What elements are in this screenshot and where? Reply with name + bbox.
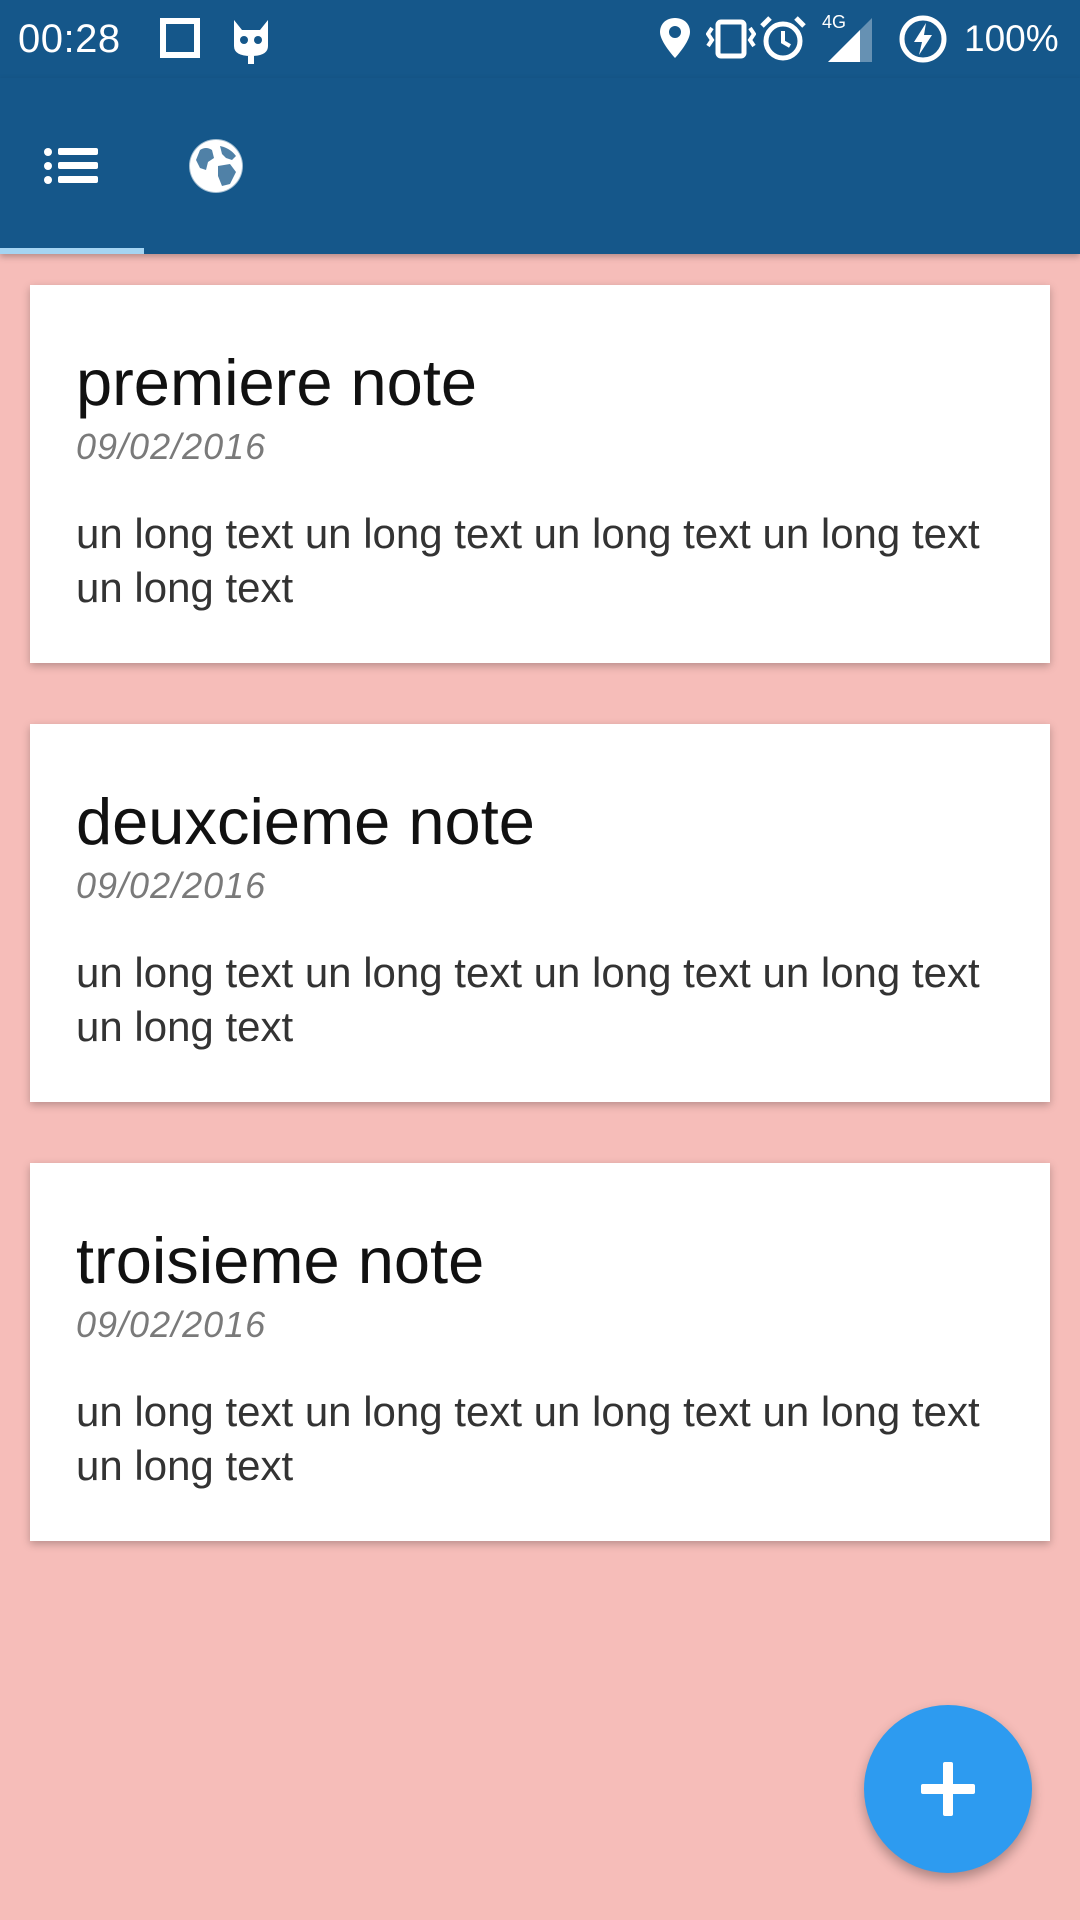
note-body: un long text un long text un long text u…: [76, 1388, 980, 1489]
note-card[interactable]: deuxcieme note 09/02/2016 un long text u…: [30, 724, 1050, 1102]
tab-bar: [0, 78, 1080, 254]
note-title: premiere note: [76, 346, 478, 419]
note-date: 09/02/2016: [76, 1304, 267, 1345]
network-type-label: 4G: [822, 12, 846, 32]
note-title: deuxcieme note: [76, 785, 535, 858]
signal-4g-icon: 4G: [820, 10, 872, 62]
battery-percentage: 100%: [964, 18, 1059, 59]
add-note-button[interactable]: [864, 1705, 1032, 1873]
status-bar: 00:28 4G 100%: [0, 0, 1080, 78]
android-mascot-icon: [228, 16, 274, 64]
note-card[interactable]: premiere note 09/02/2016 un long text un…: [30, 285, 1050, 663]
status-time: 00:28: [18, 17, 121, 61]
battery-charging-icon: [898, 14, 948, 64]
tab-notes-list[interactable]: [0, 78, 144, 254]
note-date: 09/02/2016: [76, 426, 267, 467]
alarm-icon: [758, 14, 808, 64]
note-title: troisieme note: [76, 1224, 485, 1297]
note-body: un long text un long text un long text u…: [76, 510, 980, 611]
tab-selected-indicator: [0, 248, 144, 254]
note-body: un long text un long text un long text u…: [76, 949, 980, 1050]
vibrate-icon: [705, 14, 757, 64]
note-date: 09/02/2016: [76, 865, 267, 906]
location-pin-icon: [652, 14, 702, 64]
square-icon: [158, 16, 204, 62]
tab-map[interactable]: [144, 78, 288, 254]
note-card[interactable]: troisieme note 09/02/2016 un long text u…: [30, 1163, 1050, 1541]
